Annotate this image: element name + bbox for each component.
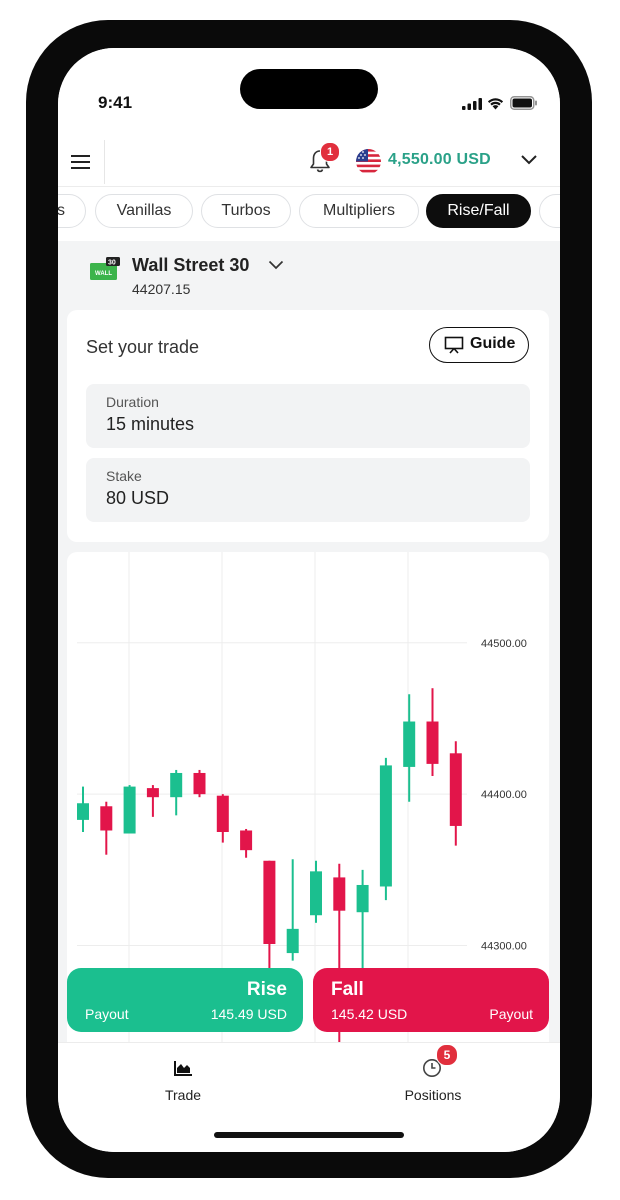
candle-body [286,928,299,954]
symbol-price: 44207.15 [132,281,191,297]
home-indicator [214,1132,404,1138]
candle-down [263,860,276,969]
candle-up [286,859,299,961]
nav-positions-label: Positions [404,1087,462,1103]
guide-button[interactable]: Guide [429,327,529,363]
candle-down [426,688,439,776]
app-screen: 9:41 1 4,550.00 USD Vanillas Turbos Mult… [58,48,560,1152]
candle-body [216,795,229,832]
rise-payout-value: 145.49 USD [210,1006,287,1022]
fall-payout-value: 145.42 USD [331,1006,408,1022]
duration-value: 15 minutes [106,414,195,434]
candle-body [379,765,392,887]
fall-button[interactable]: Fall 145.42 USD Payout [313,968,549,1032]
candle-body [356,884,369,913]
candle-body [123,786,136,834]
wifi-icon [487,98,504,110]
tab-next-partial[interactable] [539,194,560,228]
candle-body [77,803,89,820]
duration-label: Duration [106,394,159,410]
candle-up [310,860,322,923]
fall-label: Fall [331,979,364,1000]
candle-body [193,772,206,795]
tab-rise-fall[interactable]: Rise/Fall [426,194,531,228]
candle-body [240,830,253,851]
rise-payout-label: Payout [85,1006,129,1022]
nav-trade[interactable]: Trade [133,1043,233,1113]
battery-icon [510,96,537,110]
y-tick-label: 44500.00 [481,638,527,650]
fall-payout-label: Payout [489,1006,533,1022]
duration-field[interactable]: Duration 15 minutes [86,384,530,448]
rise-label: Rise [246,979,287,1000]
candle-up [403,694,416,802]
tab-vanillas[interactable]: Vanillas [95,194,193,228]
candle-body [310,871,322,916]
symbol-selector[interactable]: WALL 30 Wall Street 30 44207.15 [58,241,560,305]
candle-up [170,769,183,816]
stake-field[interactable]: Stake 80 USD [86,458,530,522]
candle-body [263,860,276,944]
dynamic-island [240,69,378,109]
status-bar: 9:41 [58,48,560,138]
tab-multipliers[interactable]: Multipliers [299,194,419,228]
trade-form-card: Set your trade Guide Duration 15 minutes… [67,310,549,542]
wall-icon-badge: 30 [108,260,116,267]
candle-body [170,772,183,798]
candle-down [449,741,462,846]
account-balance[interactable]: 4,550.00 USD [388,151,491,169]
wall-street-index-icon: WALL 30 [90,257,120,280]
chevron-down-icon[interactable] [268,260,284,270]
hamburger-menu-icon[interactable] [70,152,92,172]
wall-icon-text: WALL [95,271,112,277]
candle-down [216,794,229,843]
presentation-board-icon [444,336,464,354]
tab-accumulators-partial[interactable]: s [58,194,86,228]
nav-positions[interactable]: Positions [383,1043,483,1113]
candle-body [426,721,439,764]
us-flag-icon [356,149,381,174]
notification-count-badge: 1 [320,142,340,162]
nav-trade-label: Trade [164,1087,202,1103]
rise-button[interactable]: Rise Payout 145.49 USD [67,968,303,1032]
trade-form-title: Set your trade [86,337,200,357]
candle-down [100,801,113,855]
candle-down [240,828,253,858]
stake-value: 80 USD [106,488,170,508]
y-tick-label: 44400.00 [481,789,527,801]
guide-label: Guide [470,335,516,352]
candle-up [77,786,89,832]
chart-area-icon [174,1061,192,1076]
app-header: 1 4,550.00 USD [58,138,560,187]
candle-body [333,877,346,911]
candle-up [123,785,136,834]
cellular-signal-icon [462,98,482,110]
positions-count-badge: 5 [436,1044,458,1066]
stake-label: Stake [106,468,142,484]
candle-up [379,757,392,901]
trade-type-tabs: s Vanillas Turbos Multipliers Rise/Fall [58,187,560,241]
tab-turbos[interactable]: Turbos [201,194,291,228]
candle-down [146,785,159,817]
candle-body [403,721,416,767]
status-time: 9:41 [98,93,133,112]
candle-body [449,753,462,826]
candle-body [100,806,113,831]
symbol-name[interactable]: Wall Street 30 [132,255,249,276]
chevron-down-icon[interactable] [520,154,538,166]
y-tick-label: 44300.00 [481,941,527,953]
menu-divider [104,140,105,184]
candle-down [193,769,206,798]
candle-body [146,788,159,798]
